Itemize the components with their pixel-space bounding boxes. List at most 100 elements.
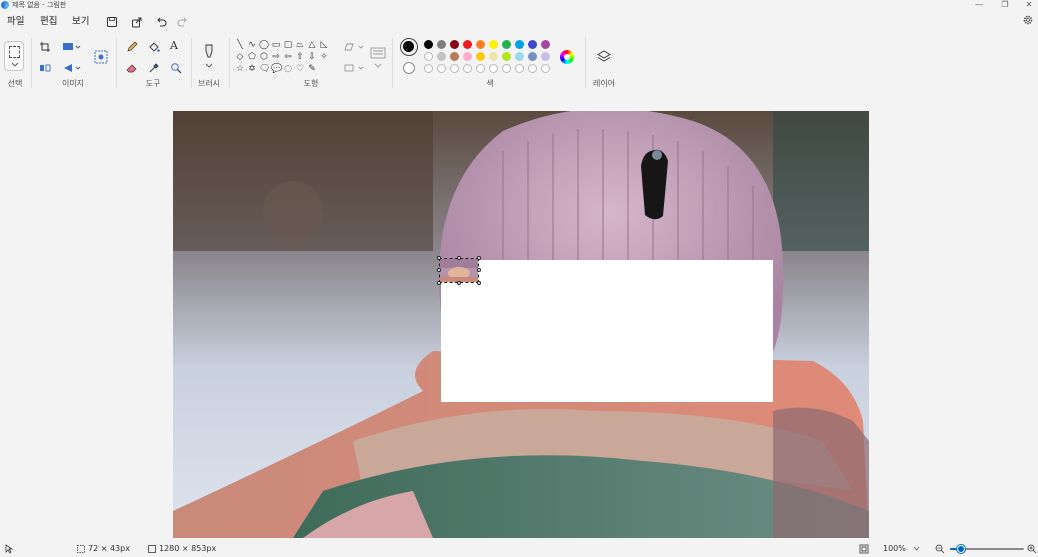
menu-view[interactable]: 보기 — [72, 15, 89, 29]
shape-option[interactable]: ∿ — [247, 40, 257, 50]
resize-handle[interactable] — [457, 256, 461, 260]
shape-option[interactable]: ◺ — [319, 40, 329, 50]
fill-bucket-icon[interactable] — [148, 41, 160, 53]
layers-icon[interactable] — [596, 49, 612, 65]
custom-color-slot[interactable] — [515, 64, 524, 73]
palette-color-swatch[interactable] — [463, 52, 472, 61]
edit-colors-icon[interactable] — [560, 50, 574, 64]
shape-outline-icon[interactable] — [343, 41, 367, 53]
shape-option[interactable]: △ — [307, 40, 317, 50]
shape-option[interactable]: ⏢ — [295, 40, 305, 50]
palette-color-swatch[interactable] — [476, 40, 485, 49]
select-tool-button[interactable] — [4, 41, 24, 71]
shape-option[interactable]: ◌ — [283, 64, 293, 74]
resize-icon[interactable] — [62, 41, 82, 53]
shape-option[interactable]: ✎ — [307, 64, 317, 74]
pasted-selection[interactable] — [437, 256, 481, 285]
settings-gear-icon[interactable] — [1022, 14, 1034, 26]
flip-icon[interactable] — [39, 62, 51, 74]
shape-option[interactable]: ✧ — [319, 52, 329, 62]
custom-color-slot[interactable] — [489, 64, 498, 73]
resize-handle[interactable] — [437, 256, 441, 260]
shape-option[interactable]: ▢ — [283, 40, 293, 50]
palette-color-swatch[interactable] — [424, 40, 433, 49]
custom-color-slot[interactable] — [502, 64, 511, 73]
share-icon[interactable] — [130, 15, 144, 29]
palette-color-swatch[interactable] — [437, 40, 446, 49]
custom-color-slot[interactable] — [541, 64, 550, 73]
shape-option[interactable]: ◇ — [235, 52, 245, 62]
shape-option[interactable]: ▭ — [271, 40, 281, 50]
shape-option[interactable]: 💬 — [271, 64, 282, 74]
rotate-icon[interactable] — [62, 62, 82, 74]
custom-color-slot[interactable] — [476, 64, 485, 73]
palette-color-swatch[interactable] — [424, 52, 433, 61]
palette-color-swatch[interactable] — [502, 52, 511, 61]
shape-option[interactable]: ⬠ — [247, 52, 257, 62]
selection-size-icon — [77, 545, 85, 553]
zoom-slider-thumb[interactable] — [957, 545, 966, 553]
close-button[interactable]: ✕ — [1018, 0, 1038, 10]
palette-color-swatch[interactable] — [541, 52, 550, 61]
save-icon[interactable] — [105, 15, 119, 29]
shape-option[interactable]: ⇩ — [307, 52, 317, 62]
shape-option[interactable]: ⇦ — [283, 52, 293, 62]
palette-color-swatch[interactable] — [515, 40, 524, 49]
magnifier-icon[interactable] — [170, 62, 182, 74]
palette-color-swatch[interactable] — [437, 52, 446, 61]
palette-color-swatch[interactable] — [528, 40, 537, 49]
color-picker-icon[interactable] — [148, 62, 160, 74]
shape-option[interactable]: ⇨ — [271, 52, 281, 62]
custom-color-slot[interactable] — [437, 64, 446, 73]
palette-color-swatch[interactable] — [541, 40, 550, 49]
text-tool-icon[interactable]: A — [170, 40, 178, 52]
palette-color-swatch[interactable] — [450, 52, 459, 61]
secondary-color-swatch[interactable] — [403, 62, 415, 74]
resize-handle[interactable] — [437, 281, 441, 285]
palette-color-swatch[interactable] — [476, 52, 485, 61]
menu-edit[interactable]: 편집 — [40, 15, 57, 29]
pencil-icon[interactable] — [126, 41, 138, 53]
minimize-button[interactable]: — — [968, 0, 990, 10]
palette-color-swatch[interactable] — [515, 52, 524, 61]
shape-option[interactable]: ♡ — [295, 64, 305, 74]
line-size-icon[interactable] — [370, 45, 386, 71]
fit-to-window-icon[interactable] — [859, 544, 869, 554]
resize-handle[interactable] — [457, 281, 461, 285]
custom-color-slot[interactable] — [528, 64, 537, 73]
menu-file[interactable]: 파일 — [7, 15, 24, 29]
resize-handle[interactable] — [477, 268, 481, 272]
primary-color-swatch[interactable] — [400, 38, 418, 56]
palette-color-swatch[interactable] — [463, 40, 472, 49]
restore-button[interactable]: ❐ — [994, 0, 1016, 10]
palette-color-swatch[interactable] — [528, 52, 537, 61]
shape-option[interactable]: 🗨 — [259, 64, 270, 74]
crop-icon[interactable] — [39, 41, 51, 53]
zoom-slider[interactable] — [950, 544, 1024, 554]
redo-icon[interactable] — [176, 15, 190, 29]
eraser-icon[interactable] — [126, 62, 138, 74]
zoom-out-icon[interactable] — [935, 544, 945, 554]
zoom-dropdown[interactable]: 100% — [877, 542, 925, 556]
shape-option[interactable]: ⇧ — [295, 52, 305, 62]
brush-icon[interactable] — [202, 43, 216, 69]
palette-color-swatch[interactable] — [489, 40, 498, 49]
shape-option[interactable]: ☆ — [235, 64, 245, 74]
palette-color-swatch[interactable] — [502, 40, 511, 49]
shape-option[interactable]: ✡ — [247, 64, 257, 74]
undo-icon[interactable] — [154, 15, 168, 29]
shape-option[interactable]: ◯ — [259, 40, 269, 50]
zoom-in-icon[interactable] — [1027, 544, 1037, 554]
palette-color-swatch[interactable] — [450, 40, 459, 49]
custom-color-slot[interactable] — [463, 64, 472, 73]
resize-handle[interactable] — [477, 256, 481, 260]
shape-fill-icon[interactable] — [343, 62, 367, 74]
palette-color-swatch[interactable] — [489, 52, 498, 61]
shape-option[interactable]: ╲ — [235, 40, 245, 50]
image-select-icon[interactable] — [94, 50, 108, 64]
resize-handle[interactable] — [477, 281, 481, 285]
shape-option[interactable]: ⬡ — [259, 52, 269, 62]
custom-color-slot[interactable] — [450, 64, 459, 73]
resize-handle[interactable] — [437, 268, 441, 272]
custom-color-slot[interactable] — [424, 64, 433, 73]
